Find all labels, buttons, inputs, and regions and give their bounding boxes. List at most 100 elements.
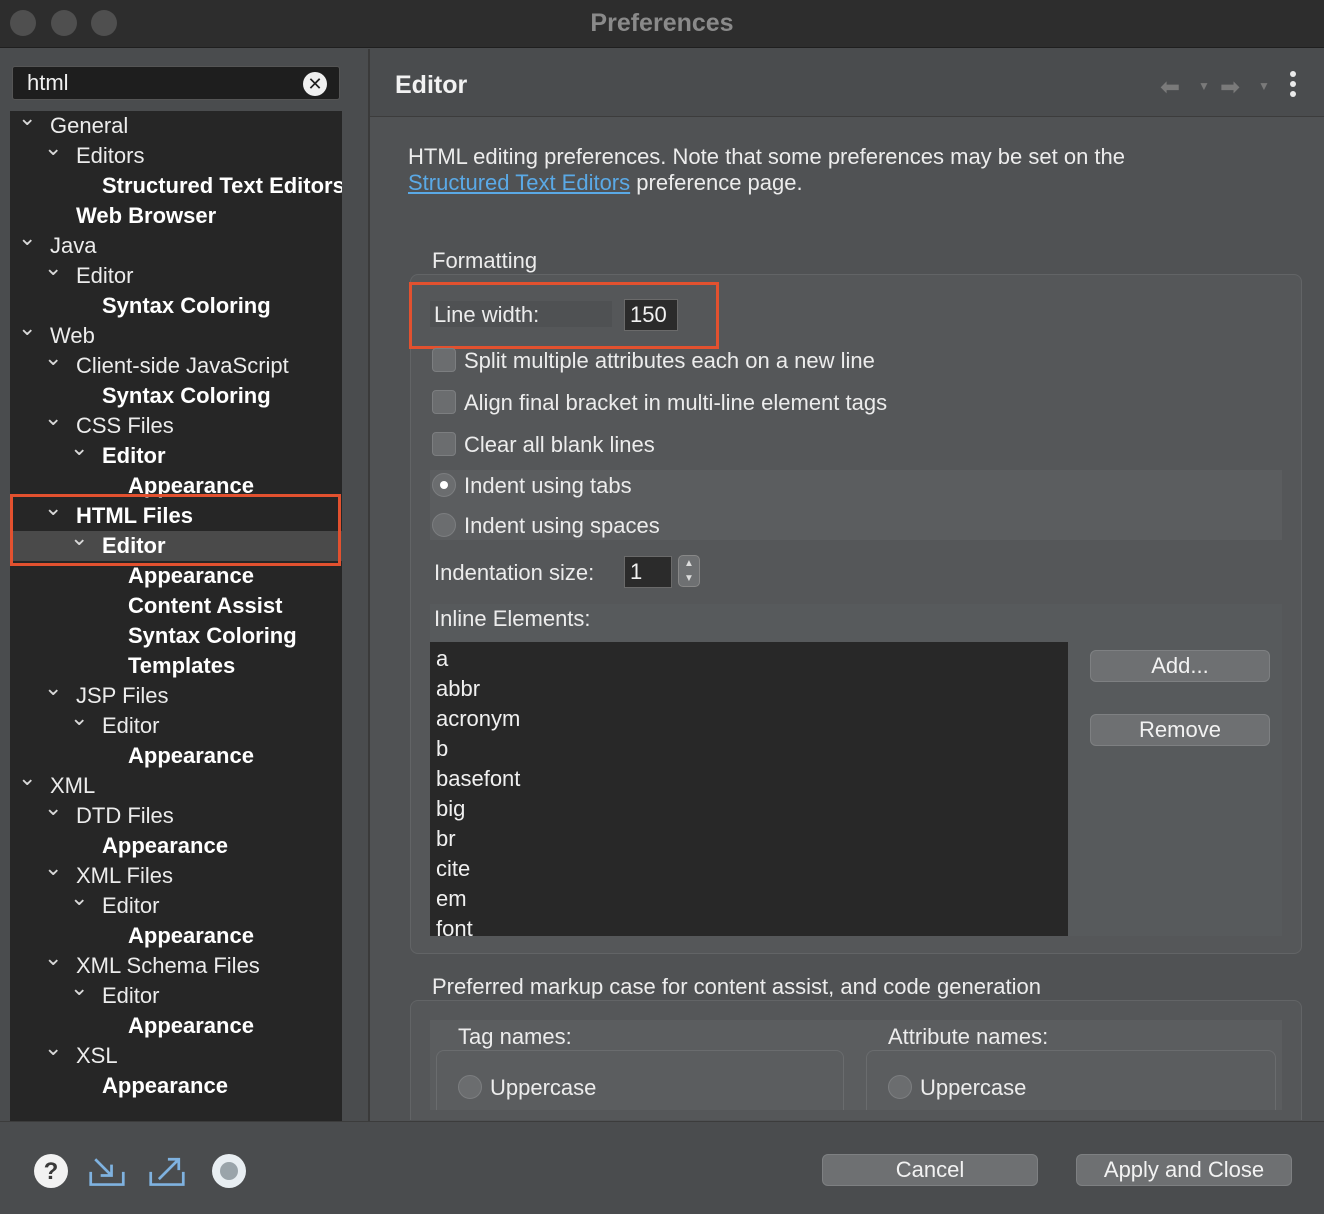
chevron-down-icon[interactable]: ⌄ xyxy=(70,981,88,999)
inline-elements-list[interactable]: a abbr acronym b basefont big br cite em font xyxy=(430,642,1068,936)
list-item[interactable]: big xyxy=(436,796,465,822)
tree-item[interactable]: Appearance xyxy=(10,1011,342,1041)
list-item[interactable]: em xyxy=(436,886,467,912)
tree-item[interactable]: Structured Text Editors xyxy=(10,171,342,201)
indent-spaces-radio[interactable] xyxy=(432,513,456,537)
tree-item[interactable]: ⌄ Client-side JavaScript xyxy=(10,351,342,381)
tree-item[interactable]: Appearance xyxy=(10,1071,342,1101)
tree-item[interactable]: Content Assist xyxy=(10,591,342,621)
tree-item[interactable]: Syntax Coloring xyxy=(10,621,342,651)
tree-item-label: Syntax Coloring xyxy=(102,383,271,408)
tree-item-label: XML Files xyxy=(76,863,173,888)
clear-blank-lines-checkbox[interactable] xyxy=(432,432,456,456)
tree-item[interactable]: ⌄ DTD Files xyxy=(10,801,342,831)
attr-uppercase-radio[interactable] xyxy=(888,1075,912,1099)
attr-uppercase-label: Uppercase xyxy=(920,1075,1027,1100)
chevron-down-icon[interactable]: ⌄ xyxy=(70,711,88,729)
chevron-down-icon[interactable]: ⌄ xyxy=(70,441,88,459)
list-item[interactable]: acronym xyxy=(436,706,520,732)
chevron-down-icon[interactable]: ⌄ xyxy=(44,681,62,699)
chevron-down-icon[interactable]: ⌄ xyxy=(44,261,62,279)
more-menu-icon[interactable] xyxy=(1288,71,1298,101)
chevron-down-icon[interactable]: ⌄ xyxy=(18,231,36,249)
tree-item[interactable]: Syntax Coloring xyxy=(10,381,342,411)
tree-item[interactable]: ⌄ Editor xyxy=(10,711,342,741)
tree-item-label: Editor xyxy=(102,983,160,1008)
back-dropdown-icon[interactable]: ▼ xyxy=(1198,79,1210,93)
tree-item[interactable]: ⌄ Editor xyxy=(10,891,342,921)
stepper-down-icon[interactable]: ▼ xyxy=(679,571,699,586)
chevron-down-icon[interactable]: ⌄ xyxy=(44,861,62,879)
preferences-tree: ⌄ General ⌄ Editors Structured Text Editors W… xyxy=(10,111,342,1121)
indent-spaces-label: Indent using spaces xyxy=(464,513,660,538)
chevron-down-icon[interactable]: ⌄ xyxy=(18,771,36,789)
list-item[interactable]: cite xyxy=(436,856,470,882)
back-arrow-icon[interactable]: ⬅ xyxy=(1160,73,1180,102)
chevron-down-icon[interactable]: ⌄ xyxy=(44,411,62,429)
filter-input[interactable] xyxy=(27,69,297,97)
tree-item[interactable]: Templates xyxy=(10,651,342,681)
tree-item[interactable]: Web Browser xyxy=(10,201,342,231)
forward-arrow-icon[interactable]: ➡ xyxy=(1220,73,1240,102)
indentation-size-stepper[interactable]: ▲ ▼ xyxy=(678,555,700,587)
tree-item[interactable]: Appearance xyxy=(10,741,342,771)
tree-item[interactable]: ⌄ JSP Files xyxy=(10,681,342,711)
tree-item[interactable]: ⌄ Editor xyxy=(10,981,342,1011)
add-inline-element-button[interactable]: Add... xyxy=(1090,650,1270,682)
indent-tabs-radio[interactable] xyxy=(432,473,456,497)
align-bracket-checkbox[interactable] xyxy=(432,390,456,414)
chevron-down-icon[interactable]: ⌄ xyxy=(44,1041,62,1059)
apply-and-close-button[interactable]: Apply and Close xyxy=(1076,1154,1292,1186)
import-icon[interactable] xyxy=(88,1152,126,1190)
chevron-down-icon[interactable]: ⌄ xyxy=(18,111,36,129)
chevron-down-icon[interactable]: ⌄ xyxy=(44,141,62,159)
tree-item-label: XML xyxy=(50,773,96,798)
remove-inline-element-button[interactable]: Remove xyxy=(1090,714,1270,746)
oomph-setup-icon[interactable] xyxy=(210,1152,248,1190)
tree-item-label: Appearance xyxy=(128,743,254,768)
tree-item-label: Appearance xyxy=(128,923,254,948)
tree-item[interactable]: ⌄ Editor xyxy=(10,441,342,471)
list-item[interactable]: a xyxy=(436,646,448,672)
tree-item[interactable]: Appearance xyxy=(10,921,342,951)
tree-item[interactable]: ⌄ CSS Files xyxy=(10,411,342,441)
list-item[interactable]: basefont xyxy=(436,766,520,792)
list-item[interactable]: br xyxy=(436,826,456,852)
cancel-button[interactable]: Cancel xyxy=(822,1154,1038,1186)
list-item[interactable]: b xyxy=(436,736,448,762)
split-attributes-checkbox[interactable] xyxy=(432,348,456,372)
align-bracket-label: Align final bracket in multi-line elemen… xyxy=(464,390,888,415)
chevron-down-icon[interactable]: ⌄ xyxy=(44,351,62,369)
tree-item[interactable]: ⌄ XML xyxy=(10,771,342,801)
chevron-down-icon[interactable]: ⌄ xyxy=(70,891,88,909)
list-item[interactable]: font xyxy=(436,916,473,936)
tree-item[interactable]: ⌄ Web xyxy=(10,321,342,351)
tree-item[interactable]: ⌄ General xyxy=(10,111,342,141)
help-icon[interactable]: ? xyxy=(32,1152,70,1190)
stepper-up-icon[interactable]: ▲ xyxy=(679,556,699,571)
tree-item[interactable]: Syntax Coloring xyxy=(10,291,342,321)
export-icon[interactable] xyxy=(148,1152,186,1190)
chevron-down-icon[interactable]: ⌄ xyxy=(44,801,62,819)
filter-field[interactable]: ✕ xyxy=(12,66,340,100)
structured-text-editors-link[interactable]: Structured Text Editors xyxy=(408,170,630,195)
forward-dropdown-icon[interactable]: ▼ xyxy=(1258,79,1270,93)
dialog-footer: ? Cancel Apply and Close xyxy=(0,1121,1324,1214)
tree-item[interactable]: ⌄ Editors xyxy=(10,141,342,171)
list-item[interactable]: abbr xyxy=(436,676,480,702)
tree-item-label: Appearance xyxy=(102,833,228,858)
tree-item[interactable]: ⌄ Java xyxy=(10,231,342,261)
indentation-size-input[interactable] xyxy=(624,556,672,588)
tree-item[interactable]: ⌄ XML Schema Files xyxy=(10,951,342,981)
chevron-down-icon[interactable]: ⌄ xyxy=(44,951,62,969)
line-width-highlight xyxy=(409,282,719,349)
tree-item[interactable]: ⌄ XSL xyxy=(10,1041,342,1071)
chevron-down-icon[interactable]: ⌄ xyxy=(18,321,36,339)
tree-item[interactable]: ⌄ XML Files xyxy=(10,861,342,891)
clear-filter-icon[interactable]: ✕ xyxy=(303,72,327,96)
tree-item[interactable]: ⌄ Editor xyxy=(10,261,342,291)
tag-uppercase-radio[interactable] xyxy=(458,1075,482,1099)
tree-item[interactable]: Appearance xyxy=(10,831,342,861)
title-bar: Preferences xyxy=(0,0,1324,48)
inline-elements-label: Inline Elements: xyxy=(434,606,591,631)
